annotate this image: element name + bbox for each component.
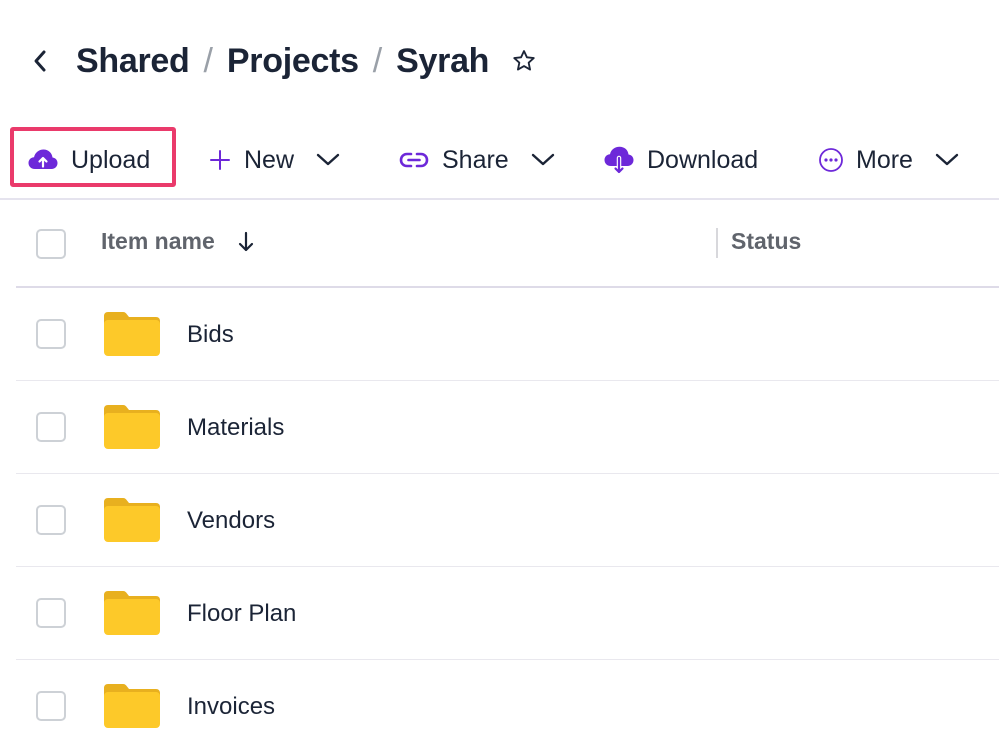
row-name[interactable]: Bids	[187, 321, 234, 349]
breadcrumb-separator: /	[203, 41, 213, 80]
cloud-upload-icon	[27, 147, 59, 173]
row-name[interactable]: Vendors	[187, 507, 275, 535]
breadcrumb: Shared / Projects / Syrah	[28, 36, 537, 86]
new-button[interactable]: New	[208, 122, 340, 198]
table-row[interactable]: Invoices	[16, 660, 999, 748]
folder-icon	[104, 684, 160, 728]
column-header-item-name[interactable]: Item name	[101, 228, 255, 255]
download-button[interactable]: Download	[603, 122, 758, 198]
star-icon	[513, 50, 535, 71]
sort-descending-icon	[237, 231, 255, 253]
row-name[interactable]: Materials	[187, 414, 284, 442]
breadcrumb-item-shared[interactable]: Shared	[76, 42, 190, 81]
more-options-icon	[818, 147, 844, 173]
table-row[interactable]: Vendors	[16, 474, 999, 567]
more-label: More	[856, 145, 913, 174]
table-row[interactable]: Materials	[16, 381, 999, 474]
folder-icon	[104, 405, 160, 449]
row-checkbox[interactable]	[36, 412, 66, 442]
link-icon	[398, 150, 430, 170]
breadcrumb-item-projects[interactable]: Projects	[227, 42, 359, 81]
command-bar: Upload New Share Download More	[0, 122, 999, 198]
chevron-down-icon	[531, 153, 555, 167]
back-button[interactable]	[28, 41, 52, 81]
table-row[interactable]: Floor Plan	[16, 567, 999, 660]
favorite-button[interactable]	[511, 48, 537, 74]
folder-icon	[104, 312, 160, 356]
select-all-checkbox[interactable]	[36, 229, 66, 259]
chevron-left-icon	[34, 50, 46, 72]
folder-icon	[104, 498, 160, 542]
table-row[interactable]: Bids	[16, 288, 999, 381]
row-name[interactable]: Invoices	[187, 693, 275, 721]
row-name[interactable]: Floor Plan	[187, 600, 296, 628]
row-checkbox[interactable]	[36, 505, 66, 535]
chevron-down-icon	[316, 153, 340, 167]
cloud-download-icon	[603, 146, 635, 174]
breadcrumb-separator: /	[372, 41, 383, 80]
upload-button[interactable]: Upload	[27, 122, 150, 198]
new-label: New	[244, 145, 295, 174]
share-label: Share	[442, 145, 509, 174]
row-checkbox[interactable]	[36, 691, 66, 721]
download-label: Download	[647, 145, 759, 174]
table-header: Item name Status	[16, 200, 999, 288]
row-checkbox[interactable]	[36, 598, 66, 628]
chevron-down-icon	[935, 153, 959, 167]
column-header-label: Item name	[101, 228, 215, 254]
more-button[interactable]: More	[818, 122, 959, 198]
column-header-status[interactable]: Status	[731, 228, 801, 255]
upload-label: Upload	[71, 145, 151, 174]
folder-icon	[104, 591, 160, 635]
column-resize-handle[interactable]	[716, 228, 718, 258]
file-browser: Shared / Projects / Syrah Upload New Sha…	[0, 0, 999, 748]
row-checkbox[interactable]	[36, 319, 66, 349]
share-button[interactable]: Share	[398, 122, 555, 198]
plus-icon	[208, 148, 232, 172]
page-title: Syrah	[396, 41, 490, 80]
